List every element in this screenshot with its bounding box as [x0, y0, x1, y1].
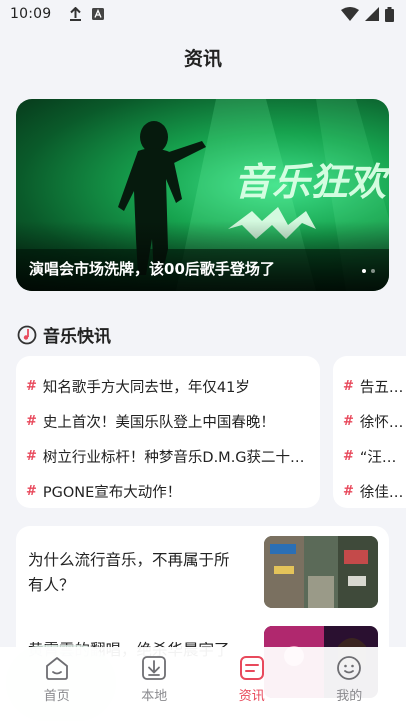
flash-item-text: 徐佳莹…	[359, 485, 406, 501]
carousel-dot	[371, 269, 375, 273]
hash-icon: #	[26, 484, 37, 499]
app-notification-icon	[92, 8, 105, 20]
flash-item[interactable]: # 知名歌手方大同去世，年仅41岁	[26, 369, 320, 404]
news-icon	[239, 656, 264, 680]
flash-item-text: PGONE宣布大动作！	[42, 485, 182, 501]
music-note-icon	[17, 325, 37, 344]
tab-local[interactable]: 本地	[114, 647, 194, 721]
flash-item[interactable]: # 徐怀钰…	[343, 404, 406, 439]
hash-icon: #	[26, 414, 37, 429]
status-bar: 10:09	[0, 0, 406, 28]
tab-label: 首页	[43, 689, 70, 704]
carousel-dot-active	[362, 269, 366, 273]
flash-item-text: 史上首次！美国乐队登上中国春晚！	[42, 415, 275, 431]
music-flash-header: 音乐快讯	[17, 322, 111, 347]
wifi-icon	[341, 7, 359, 21]
hash-icon: #	[26, 449, 37, 464]
article-item[interactable]: 为什么流行音乐，不再属于所有人？	[16, 534, 389, 620]
hash-icon: #	[343, 484, 354, 499]
flash-item[interactable]: # 树立行业标杆！种梦音乐D.M.G获二十…	[26, 439, 320, 474]
bottom-tab-bar: 首页 本地 资讯 我的	[0, 647, 406, 721]
section-title: 音乐快讯	[43, 327, 111, 347]
flash-item-text: 树立行业标杆！种梦音乐D.M.G获二十…	[42, 450, 305, 466]
hash-icon: #	[343, 449, 354, 464]
profile-icon	[337, 656, 362, 680]
flash-item-text: 徐怀钰…	[359, 415, 406, 431]
tab-home[interactable]: 首页	[17, 647, 97, 721]
flash-item[interactable]: # 告五人…	[343, 369, 406, 404]
flash-card: # 告五人… # 徐怀钰… # “汪峰… # 徐佳莹…	[333, 356, 406, 508]
flash-item-text: 知名歌手方大同去世，年仅41岁	[42, 380, 250, 396]
battery-icon	[385, 6, 394, 22]
street-photo-icon	[264, 536, 378, 608]
tab-label: 资讯	[238, 689, 265, 704]
flash-card: # 知名歌手方大同去世，年仅41岁 # 史上首次！美国乐队登上中国春晚！ # 树…	[16, 356, 320, 508]
tab-news[interactable]: 资讯	[212, 647, 292, 721]
flash-item[interactable]: # 徐佳莹…	[343, 474, 406, 508]
article-thumbnail	[264, 536, 378, 608]
banner-gradient	[16, 221, 389, 291]
flash-item[interactable]: # “汪峰…	[343, 439, 406, 474]
banner-caption: 演唱会市场洗牌，该00后歌手登场了	[29, 260, 275, 278]
upload-icon	[70, 7, 82, 21]
article-title: 为什么流行音乐，不再属于所有人？	[28, 551, 230, 594]
flash-item-text: “汪峰…	[359, 450, 406, 466]
flash-item-text: 告五人…	[359, 380, 406, 396]
page-title: 资讯	[183, 48, 222, 70]
hash-icon: #	[26, 379, 37, 394]
signal-icon	[365, 7, 379, 21]
carousel-indicator	[362, 269, 375, 273]
flash-item[interactable]: # 史上首次！美国乐队登上中国春晚！	[26, 404, 320, 439]
home-icon	[45, 657, 68, 680]
tab-label: 本地	[141, 689, 168, 704]
tab-profile[interactable]: 我的	[309, 647, 389, 721]
banner-carousel[interactable]: 音乐狂欢 演唱会市场洗牌，该00后歌手登场了	[16, 99, 389, 291]
flash-item[interactable]: # PGONE宣布大动作！	[26, 474, 320, 509]
status-time: 10:09	[10, 6, 52, 22]
hash-icon: #	[343, 414, 354, 429]
tab-label: 我的	[336, 689, 363, 704]
hash-icon: #	[343, 379, 354, 394]
banner-art-text: 音乐狂欢	[234, 160, 389, 204]
download-icon	[142, 656, 167, 680]
